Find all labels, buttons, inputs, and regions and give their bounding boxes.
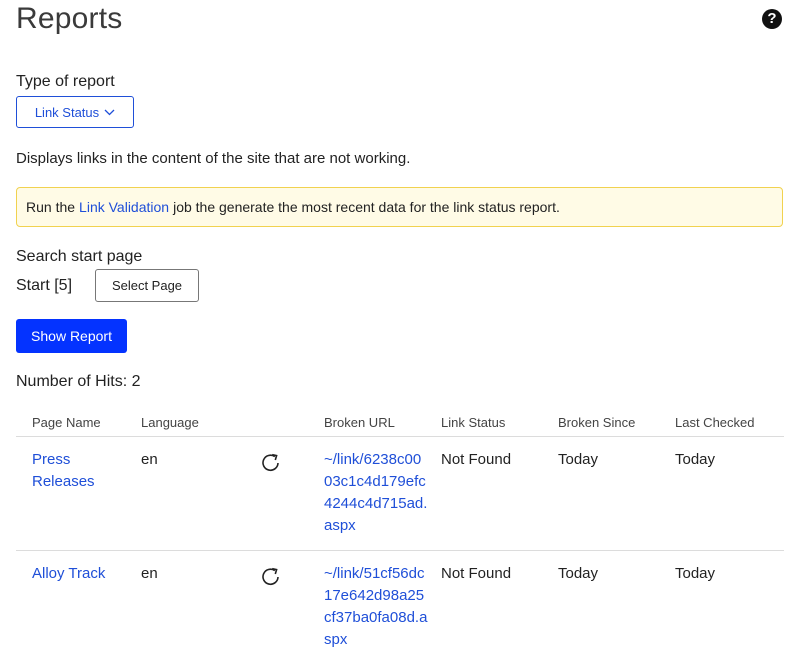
help-icon[interactable]: ? [762, 9, 782, 29]
report-description: Displays links in the content of the sit… [16, 150, 411, 167]
page-name-link[interactable]: Alloy Track [32, 563, 122, 585]
show-report-button[interactable]: Show Report [16, 319, 127, 353]
column-header-broken-url[interactable]: Broken URL [324, 415, 395, 430]
alert-suffix: job the generate the most recent data fo… [173, 199, 560, 215]
language-cell: en [141, 565, 158, 582]
last-checked-cell: Today [675, 451, 716, 468]
start-page-value: Start [5] [16, 277, 73, 294]
refresh-icon[interactable] [260, 566, 282, 588]
row-divider [16, 550, 784, 551]
report-type-dropdown[interactable]: Link Status [16, 96, 134, 128]
last-checked-cell: Today [675, 565, 716, 582]
select-page-button[interactable]: Select Page [95, 269, 199, 302]
column-header-page-name[interactable]: Page Name [32, 415, 101, 430]
link-validation-link[interactable]: Link Validation [79, 199, 169, 215]
alert-banner: Run the Link Validation job the generate… [16, 187, 783, 227]
language-cell: en [141, 451, 158, 468]
hits-count: Number of Hits: 2 [16, 373, 141, 390]
link-status-cell: Not Found [441, 451, 512, 468]
broken-since-cell: Today [558, 565, 599, 582]
column-header-broken-since[interactable]: Broken Since [558, 415, 635, 430]
column-header-link-status[interactable]: Link Status [441, 415, 505, 430]
column-header-last-checked[interactable]: Last Checked [675, 415, 755, 430]
refresh-icon[interactable] [260, 452, 282, 474]
report-type-label: Type of report [16, 73, 115, 90]
broken-url-link[interactable]: ~/link/51cf56dc17e642d98a25cf37ba0fa08d.… [324, 563, 428, 651]
search-start-label: Search start page [16, 248, 143, 265]
chevron-down-icon [104, 109, 115, 115]
broken-since-cell: Today [558, 451, 599, 468]
column-header-language[interactable]: Language [141, 415, 199, 430]
report-type-selected: Link Status [34, 104, 100, 120]
alert-prefix: Run the [26, 199, 76, 215]
page-title: Reports [16, 2, 123, 35]
table-header-divider [16, 436, 784, 437]
broken-url-link[interactable]: ~/link/6238c0003c1c4d179efc4244c4d715ad.… [324, 449, 428, 537]
link-status-cell: Not Found [441, 565, 512, 582]
page-name-link[interactable]: Press Releases [32, 449, 122, 493]
